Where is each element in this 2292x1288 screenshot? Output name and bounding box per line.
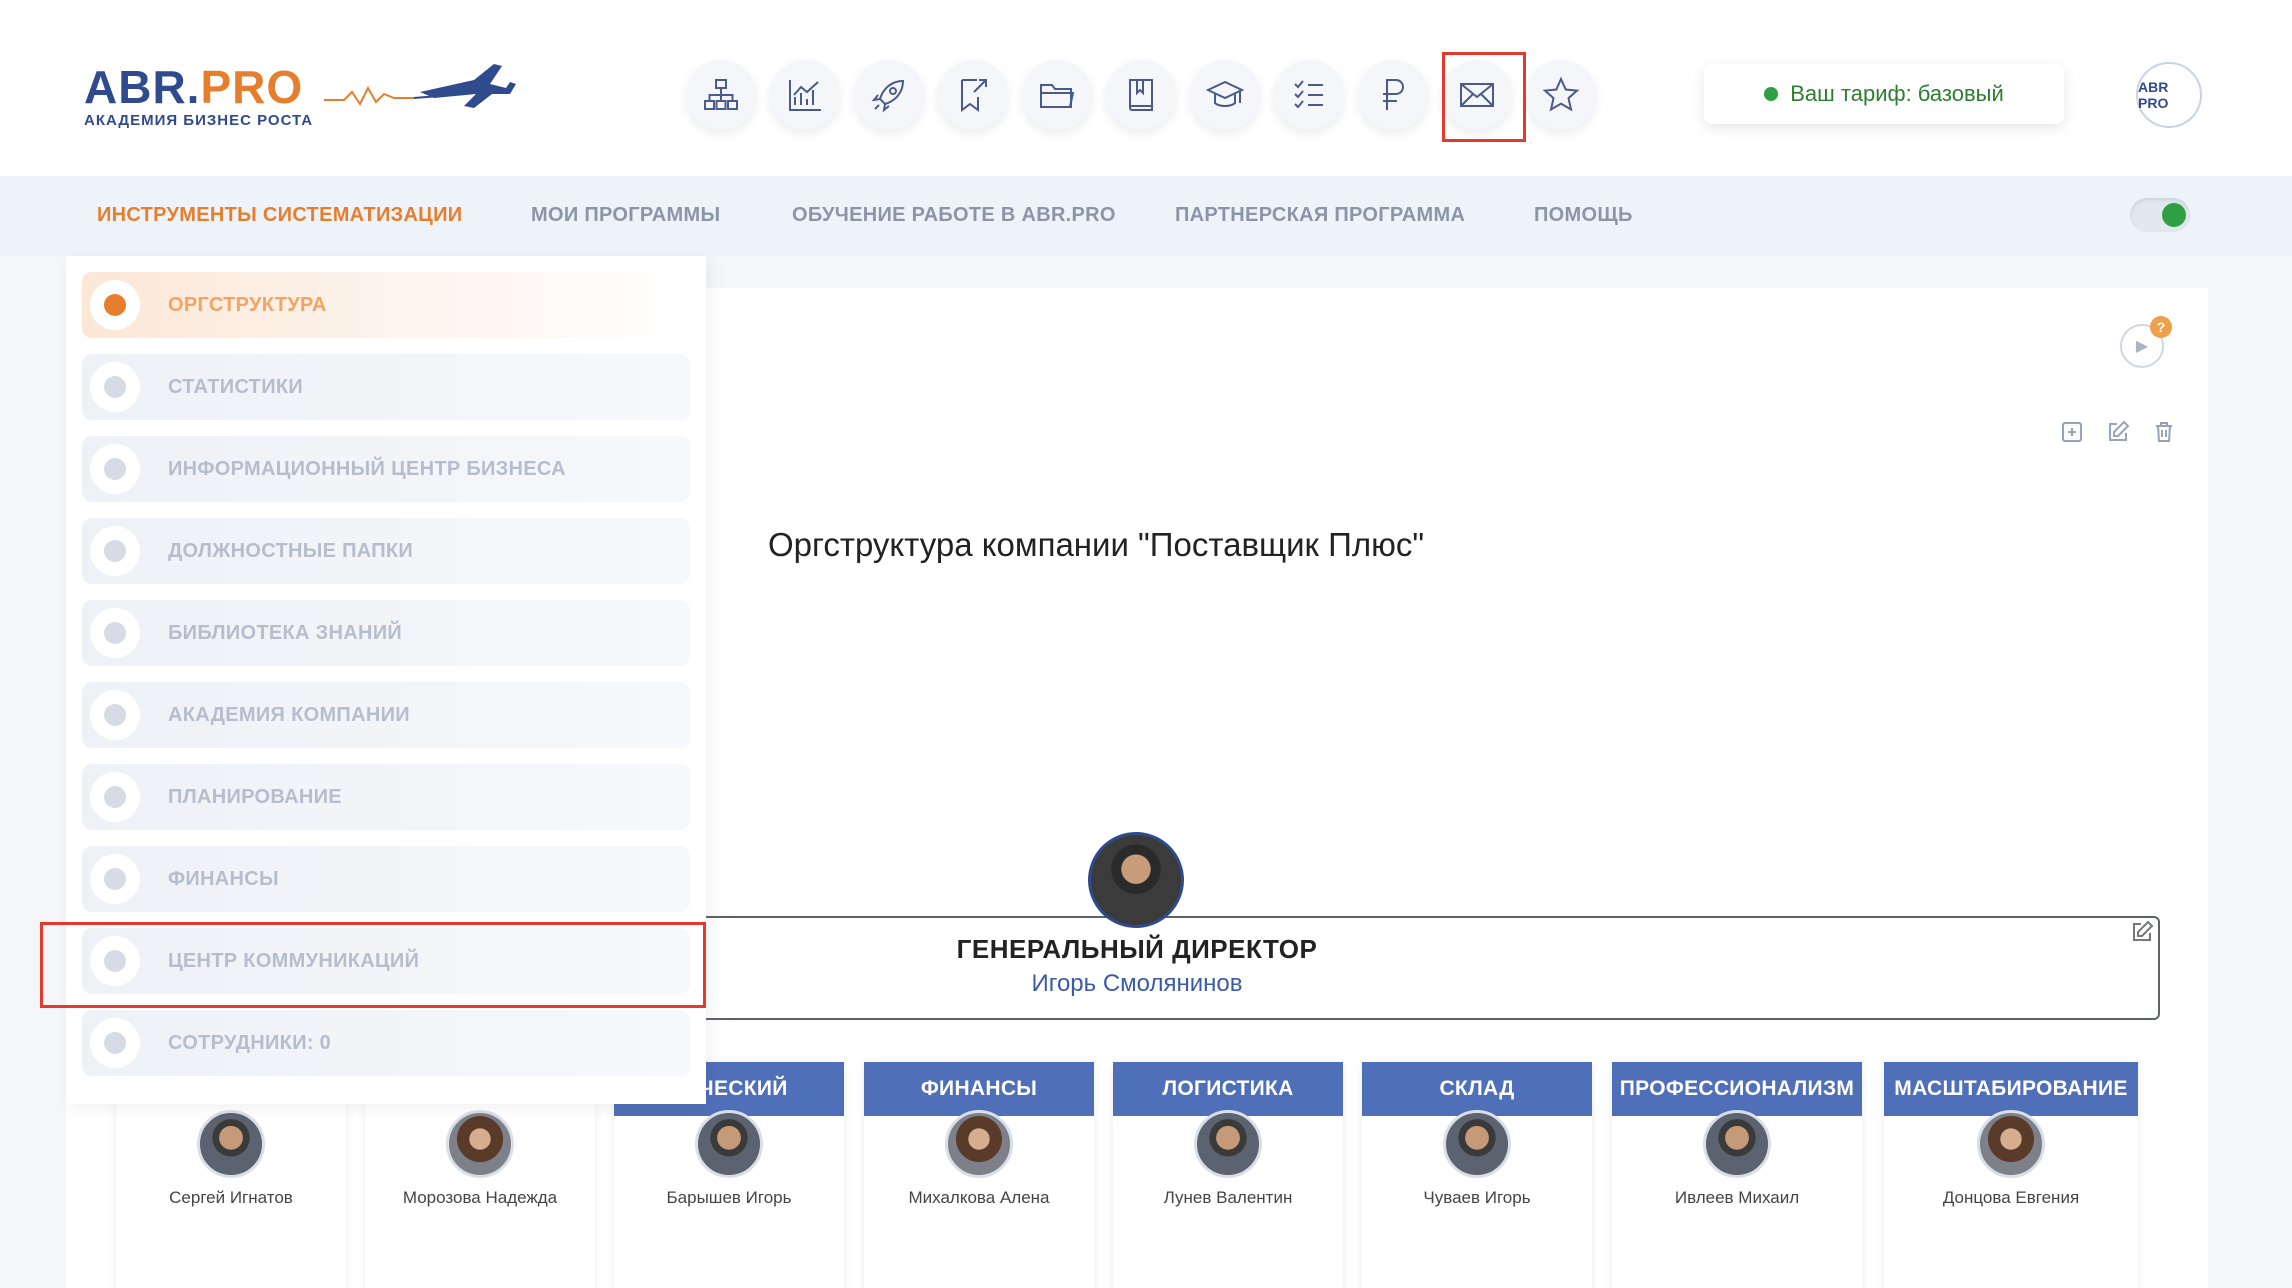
logo[interactable]: ABR.PRO АКАДЕМИЯ БИЗНЕС РОСТА <box>84 60 516 129</box>
menu-bullet <box>90 772 140 822</box>
toggle-knob <box>2162 203 2186 227</box>
employee-avatar <box>945 1110 1013 1178</box>
sidebar-item-label: ПЛАНИРОВАНИЕ <box>168 786 342 808</box>
logo-abr: ABR. <box>84 61 201 113</box>
sidebar-item-job-folders[interactable]: ДОЛЖНОСТНЫЕ ПАПКИ <box>82 518 690 584</box>
director-edit-icon[interactable] <box>2130 920 2154 949</box>
nav-item-help[interactable]: ПОМОЩЬ <box>1534 204 1633 227</box>
employee-name: Морозова Надежда <box>402 1188 558 1207</box>
help-badge[interactable]: ? <box>2150 316 2172 338</box>
page-title: Оргструктура компании "Поставщик Плюс" <box>768 526 1425 563</box>
communication-center-highlight-frame <box>40 922 706 1008</box>
menu-bullet <box>90 1018 140 1068</box>
nav-item-my-programs[interactable]: МОИ ПРОГРАММЫ <box>531 204 720 227</box>
status-dot <box>1764 87 1779 101</box>
sidebar-item-employees[interactable]: СОТРУДНИКИ: 0 <box>82 1010 690 1076</box>
sidebar-item-company-academy[interactable]: АКАДЕМИЯ КОМПАНИИ <box>82 682 690 748</box>
book-icon[interactable] <box>1106 60 1176 130</box>
add-icon[interactable] <box>2060 420 2084 444</box>
menu-bullet <box>90 526 140 576</box>
department-header: МАСШТАБИРОВАНИЕ <box>1884 1062 2138 1116</box>
employee-avatar <box>1443 1110 1511 1178</box>
theme-toggle[interactable] <box>2130 198 2190 232</box>
director-card[interactable] <box>640 916 2160 1020</box>
sidebar-item-label: БИБЛИОТЕКА ЗНАНИЙ <box>168 622 403 644</box>
menu-bullet <box>90 280 140 330</box>
department-card[interactable]: ПРОФЕССИОНАЛИЗМ Ивлеев Михаил <box>1612 1062 1862 1288</box>
employee-avatar <box>1703 1110 1771 1178</box>
bookmark-icon[interactable] <box>938 60 1008 130</box>
sidebar-item-label: СТАТИСТИКИ <box>168 376 304 398</box>
sidebar-item-knowledge-library[interactable]: БИБЛИОТЕКА ЗНАНИЙ <box>82 600 690 666</box>
top-header: ABR.PRO АКАДЕМИЯ БИЗНЕС РОСТА Ваш тариф:… <box>0 0 2292 176</box>
department-header: СКЛАД <box>1362 1062 1592 1116</box>
department-header: ПРОФЕССИОНАЛИЗМ <box>1612 1062 1862 1116</box>
department-header: ЛОГИСТИКА <box>1113 1062 1343 1116</box>
employee-avatar <box>1977 1110 2045 1178</box>
sidebar-item-business-info-center[interactable]: ИНФОРМАЦИОННЫЙ ЦЕНТР БИЗНЕСА <box>82 436 690 502</box>
nav-item-partner-program[interactable]: ПАРТНЕРСКАЯ ПРОГРАММА <box>1175 204 1465 227</box>
department-card[interactable]: СКЛАД Чуваев Игорь <box>1362 1062 1592 1288</box>
sidebar-item-label: ФИНАНСЫ <box>168 868 279 890</box>
nav-item-training[interactable]: ОБУЧЕНИЕ РАБОТЕ В ABR.PRO <box>792 204 1116 227</box>
chart-icon[interactable] <box>770 60 840 130</box>
sidebar-item-label: ОРГСТРУКТУРА <box>168 294 327 316</box>
star-icon[interactable] <box>1526 60 1596 130</box>
sidebar-item-label: СОТРУДНИКИ: 0 <box>168 1032 332 1054</box>
rocket-icon[interactable] <box>854 60 924 130</box>
menu-bullet <box>90 608 140 658</box>
trash-icon[interactable] <box>2152 420 2176 444</box>
logo-wordmark: ABR.PRO <box>84 60 313 114</box>
folder-icon[interactable] <box>1022 60 1092 130</box>
employee-name: Ивлеев Михаил <box>1674 1188 1800 1207</box>
ruble-icon[interactable] <box>1358 60 1428 130</box>
sidebar-item-planning[interactable]: ПЛАНИРОВАНИЕ <box>82 764 690 830</box>
department-header: ФИНАНСЫ <box>864 1062 1094 1116</box>
checklist-icon[interactable] <box>1274 60 1344 130</box>
employee-name: Михалкова Алена <box>908 1188 1050 1207</box>
sidebar-item-label: АКАДЕМИЯ КОМПАНИИ <box>168 704 410 726</box>
sidebar-item-label: ДОЛЖНОСТНЫЕ ПАПКИ <box>168 540 414 562</box>
department-card[interactable]: ФИНАНСЫ Михалкова Алена <box>864 1062 1094 1288</box>
employee-name: Лунев Валентин <box>1163 1188 1293 1207</box>
sidebar-item-label: ИНФОРМАЦИОННЫЙ ЦЕНТР БИЗНЕСА <box>168 458 566 480</box>
employee-name: Чуваев Игорь <box>1423 1188 1531 1207</box>
nav-item-systematization-tools[interactable]: ИНСТРУМЕНТЫ СИСТЕМАТИЗАЦИИ <box>97 204 462 227</box>
employee-avatar <box>695 1110 763 1178</box>
menu-bullet <box>90 690 140 740</box>
orgchart-icon[interactable] <box>686 60 756 130</box>
menu-bullet <box>90 854 140 904</box>
plane-icon <box>324 64 516 108</box>
sidebar-item-statistics[interactable]: СТАТИСТИКИ <box>82 354 690 420</box>
employee-avatar <box>1194 1110 1262 1178</box>
mail-highlight-frame <box>1442 52 1526 142</box>
sidebar-item-finance[interactable]: ФИНАНСЫ <box>82 846 690 912</box>
department-card[interactable]: ЛОГИСТИКА Лунев Валентин <box>1113 1062 1343 1288</box>
logo-pro: PRO <box>200 61 304 113</box>
director-avatar <box>1088 832 1184 928</box>
sidebar-item-orgstructure[interactable]: ОРГСТРУКТУРА <box>82 272 690 338</box>
tariff-label: Ваш тариф: базовый <box>1790 81 2004 106</box>
employee-avatar <box>446 1110 514 1178</box>
employee-name: Барышев Игорь <box>666 1188 792 1207</box>
employee-name: Сергей Игнатов <box>169 1188 293 1207</box>
avatar[interactable]: ABR PRO <box>2136 62 2202 128</box>
edit-icon[interactable] <box>2106 420 2130 444</box>
orgchart-tools <box>2060 420 2176 444</box>
tariff-badge[interactable]: Ваш тариф: базовый <box>1704 64 2064 124</box>
menu-bullet <box>90 362 140 412</box>
menu-bullet <box>90 444 140 494</box>
graduation-cap-icon[interactable] <box>1190 60 1260 130</box>
main-nav: ИНСТРУМЕНТЫ СИСТЕМАТИЗАЦИИ МОИ ПРОГРАММЫ… <box>0 176 2292 256</box>
department-card[interactable]: МАСШТАБИРОВАНИЕ Донцова Евгения <box>1884 1062 2138 1288</box>
employee-avatar <box>197 1110 265 1178</box>
logo-subtitle: АКАДЕМИЯ БИЗНЕС РОСТА <box>84 112 314 129</box>
employee-name: Донцова Евгения <box>1942 1188 2080 1207</box>
